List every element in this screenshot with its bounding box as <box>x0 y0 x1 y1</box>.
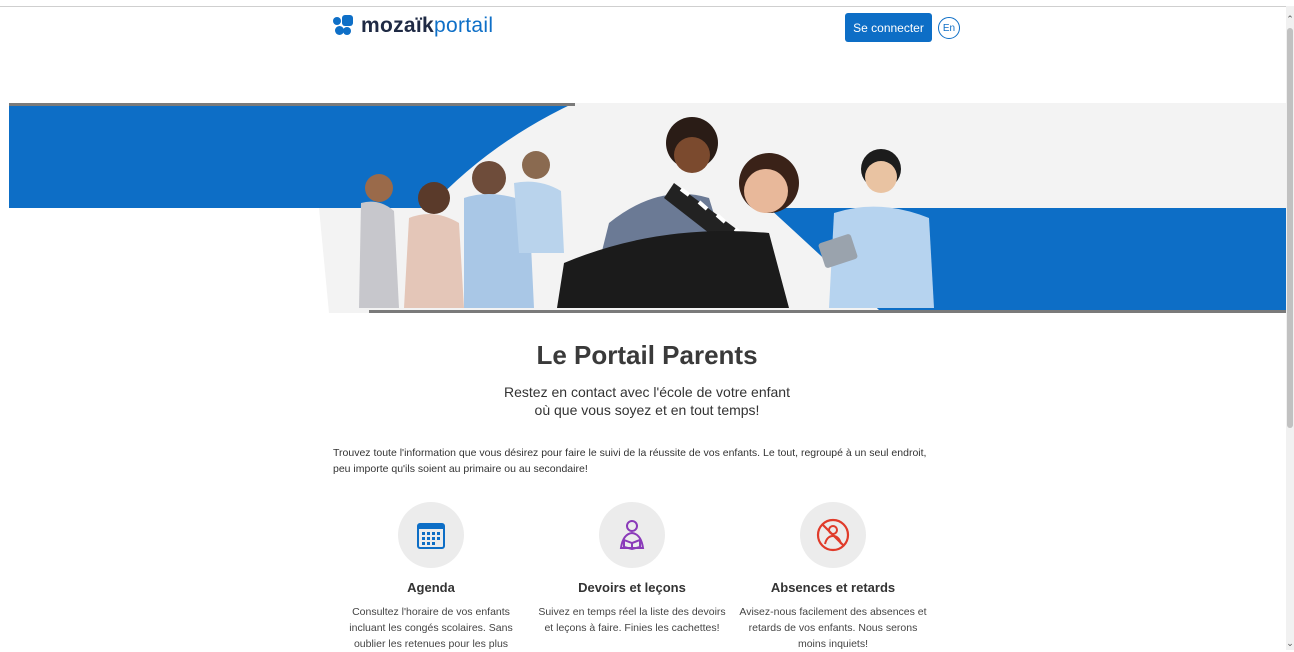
logo-text: mozaïkportail <box>361 14 493 38</box>
feature-description: Suivez en temps réel la liste des devoir… <box>538 606 726 634</box>
language-toggle-button[interactable]: En <box>938 17 960 39</box>
feature-description: Consultez l'horaire de vos enfants inclu… <box>349 606 513 650</box>
feature-homework: Devoirs et leçons Suivez en temps réel l… <box>532 502 732 636</box>
feature-title: Agenda <box>407 580 455 595</box>
scrollbar-thumb[interactable] <box>1287 28 1293 428</box>
tagline-line-1: Restez en contact avec l'école de votre … <box>504 384 790 400</box>
absence-icon <box>800 502 866 568</box>
feature-title: Devoirs et leçons <box>578 580 686 595</box>
hero-banner <box>9 103 1286 313</box>
calendar-icon <box>398 502 464 568</box>
student-reading-icon <box>599 502 665 568</box>
feature-absences: Absences et retards Avisez-nous facileme… <box>733 502 933 652</box>
page-title: Le Portail Parents <box>536 340 758 370</box>
top-border <box>0 6 1286 7</box>
logo-text-strong: mozaïk <box>361 14 434 37</box>
feature-agenda: Agenda Consultez l'horaire de vos enfant… <box>331 502 531 652</box>
intro-paragraph: Trouvez toute l'information que vous dés… <box>333 447 927 475</box>
logo-text-light: portail <box>434 14 494 37</box>
login-button[interactable]: Se connecter <box>845 13 932 42</box>
logo-mark-icon <box>333 14 355 38</box>
mozaik-portail-logo[interactable]: mozaïkportail <box>333 14 493 38</box>
page-scrollbar[interactable]: ⌃ ⌄ <box>1286 6 1294 650</box>
scroll-down-arrow-icon[interactable]: ⌄ <box>1286 638 1294 648</box>
feature-title: Absences et retards <box>770 580 896 595</box>
hero-illustration <box>9 103 1286 313</box>
feature-description: Avisez-nous facilement des absences et r… <box>739 606 927 650</box>
scroll-up-arrow-icon[interactable]: ⌃ <box>1286 14 1294 24</box>
tagline-line-2: où que vous soyez et en tout temps! <box>534 402 760 418</box>
tagline: Restez en contact avec l'école de votre … <box>0 383 1294 419</box>
